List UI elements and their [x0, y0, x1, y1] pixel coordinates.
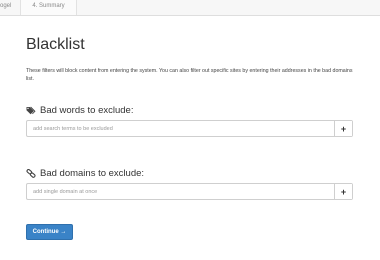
bad-domains-heading-label: Bad domains to exclude:	[40, 168, 145, 179]
add-bad-word-button[interactable]: +	[334, 121, 352, 136]
link-icon	[26, 169, 36, 178]
bad-domains-input[interactable]	[27, 184, 334, 199]
bad-words-input[interactable]	[27, 121, 334, 136]
tags-icon	[26, 106, 36, 115]
bad-domains-input-group: +	[26, 183, 353, 200]
tab-previous-step[interactable]: ogel	[0, 0, 20, 15]
bad-words-heading: Bad words to exclude:	[26, 105, 133, 116]
add-bad-domain-button[interactable]: +	[334, 184, 352, 199]
bad-words-input-group: +	[26, 120, 353, 137]
bad-domains-heading: Bad domains to exclude:	[26, 168, 144, 179]
wizard-tab-bar: ogel 4. Summary	[0, 0, 380, 16]
tab-summary[interactable]: 4. Summary	[20, 0, 77, 15]
page-description: These filters will block content from en…	[26, 68, 353, 82]
bad-words-heading-label: Bad words to exclude:	[40, 105, 134, 116]
continue-button[interactable]: Continue →	[26, 224, 73, 240]
page-title: Blacklist	[26, 36, 85, 53]
